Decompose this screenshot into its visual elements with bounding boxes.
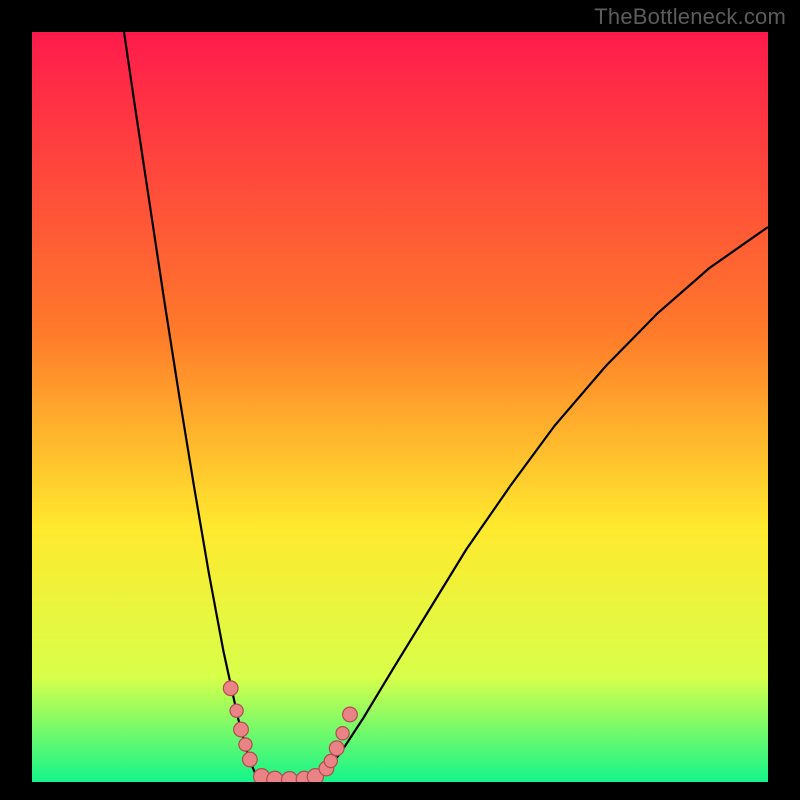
data-dot	[282, 772, 298, 782]
data-dot	[239, 738, 252, 751]
chart-svg	[32, 32, 768, 782]
data-dot	[329, 741, 344, 756]
watermark-text: TheBottleneck.com	[594, 4, 786, 30]
data-dot	[230, 704, 243, 717]
data-dot	[243, 752, 258, 767]
data-dot	[234, 722, 249, 737]
data-dot	[267, 771, 283, 782]
chart-frame: TheBottleneck.com	[0, 0, 800, 800]
chart-plot-area	[32, 32, 768, 782]
data-dot	[324, 754, 337, 767]
data-dot	[336, 727, 349, 740]
data-dot	[223, 681, 238, 696]
gradient-background	[32, 32, 768, 782]
data-dot	[343, 707, 358, 722]
